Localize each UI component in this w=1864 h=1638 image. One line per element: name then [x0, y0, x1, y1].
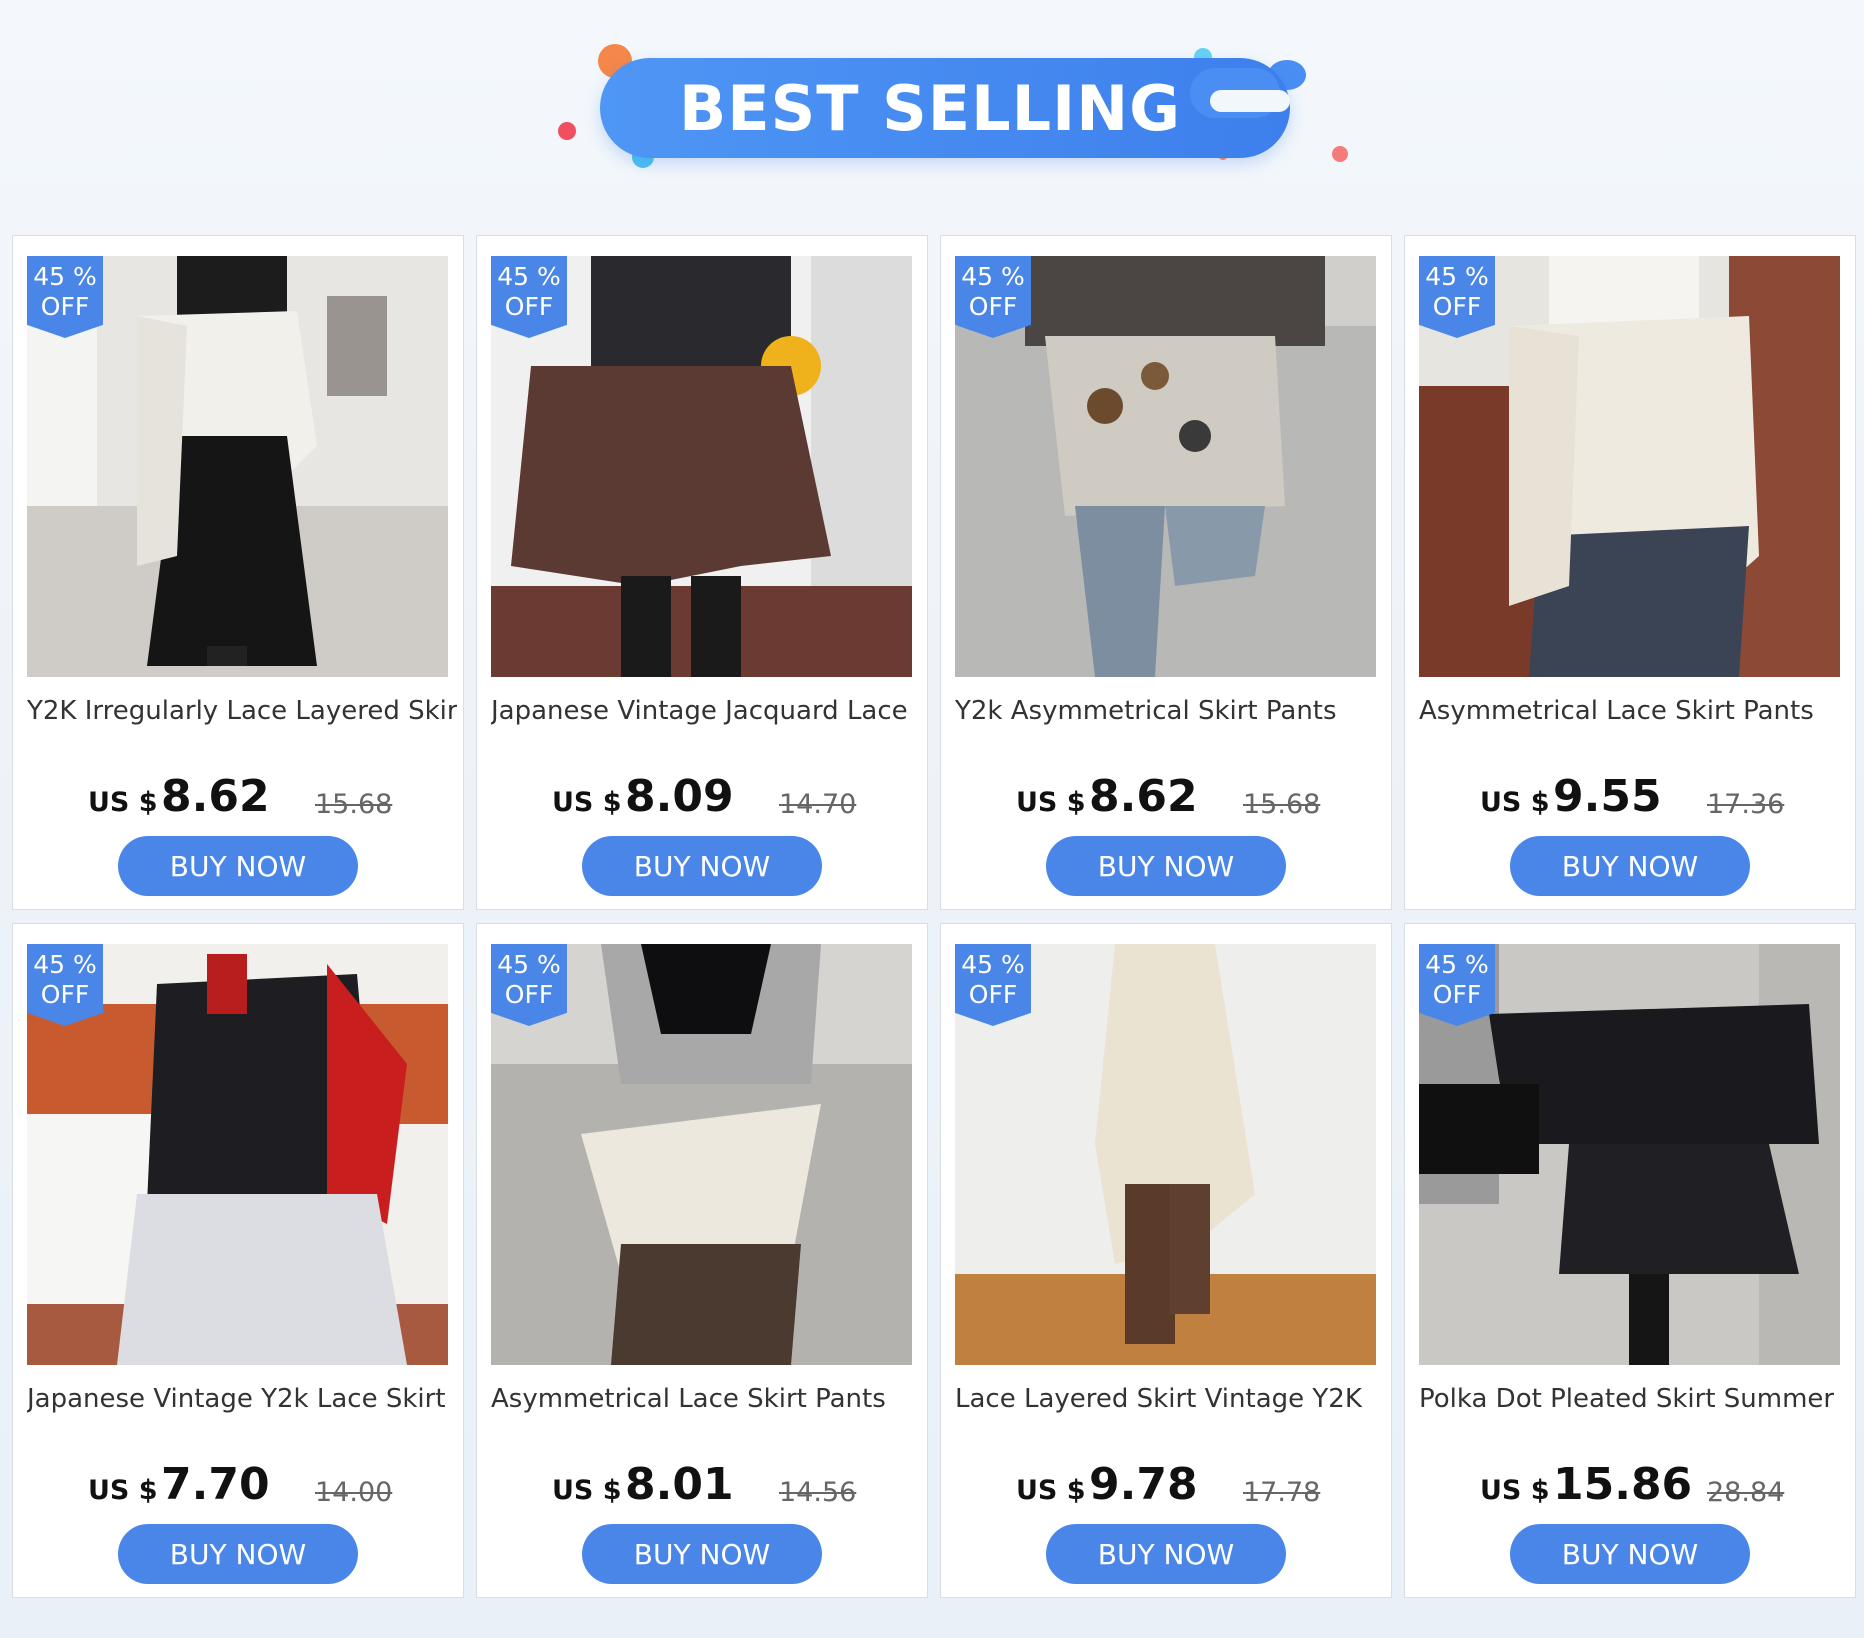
product-image[interactable]: 45 % OFF	[27, 944, 448, 1365]
product-image[interactable]: 45 % OFF	[491, 256, 912, 677]
discount-off: OFF	[1432, 980, 1482, 1009]
currency-label: US $	[1016, 1475, 1086, 1506]
discount-percent: 45 %	[1425, 262, 1489, 291]
original-price: 28.84	[1707, 1477, 1785, 1508]
original-price: 17.36	[1707, 789, 1785, 820]
discount-badge: 45 % OFF	[955, 944, 1031, 1026]
discount-off: OFF	[1432, 292, 1482, 321]
original-price: 17.78	[1243, 1477, 1321, 1508]
product-image[interactable]: 45 % OFF	[1419, 256, 1840, 677]
discount-percent: 45 %	[497, 950, 561, 979]
discount-badge: 45 % OFF	[27, 256, 103, 338]
product-card[interactable]: 45 % OFF Polka Dot Pleated Skirt Summer …	[1404, 923, 1856, 1598]
product-card[interactable]: 45 % OFF Japanese Vintage Y2k Lace Skirt…	[12, 923, 464, 1598]
product-card[interactable]: 45 % OFF Asymmetrical Lace Skirt Pants U…	[476, 923, 928, 1598]
product-card[interactable]: 45 % OFF Lace Layered Skirt Vintage Y2K …	[940, 923, 1392, 1598]
product-name[interactable]: Asymmetrical Lace Skirt Pants	[491, 1384, 921, 1414]
buy-now-button[interactable]: BUY NOW	[582, 1524, 822, 1584]
discount-percent: 45 %	[33, 950, 97, 979]
currency-label: US $	[1480, 1475, 1550, 1506]
currency-label: US $	[88, 1475, 158, 1506]
product-name[interactable]: Lace Layered Skirt Vintage Y2K	[955, 1384, 1385, 1414]
product-image[interactable]: 45 % OFF	[491, 944, 912, 1365]
price-row: US $ 15.86 28.84	[1405, 1459, 1857, 1510]
discount-off: OFF	[968, 980, 1018, 1009]
price-row: US $ 8.62 15.68	[941, 771, 1393, 822]
price-row: US $ 9.78 17.78	[941, 1459, 1393, 1510]
product-image[interactable]: 45 % OFF	[27, 256, 448, 677]
price-row: US $ 8.09 14.70	[477, 771, 929, 822]
product-name[interactable]: Y2k Asymmetrical Skirt Pants	[955, 696, 1385, 726]
product-card[interactable]: 45 % OFF Y2K Irregularly Lace Layered Sk…	[12, 235, 464, 910]
buy-now-button[interactable]: BUY NOW	[1510, 836, 1750, 896]
discount-off: OFF	[968, 292, 1018, 321]
currency-label: US $	[1480, 787, 1550, 818]
decor-bubble-pink	[1332, 146, 1348, 162]
original-price: 14.00	[315, 1477, 393, 1508]
product-name[interactable]: Y2K Irregularly Lace Layered Skirt	[27, 696, 457, 726]
header: BEST SELLING	[0, 0, 1864, 230]
price-row: US $ 7.70 14.00	[13, 1459, 465, 1510]
discount-badge: 45 % OFF	[491, 944, 567, 1026]
currency-label: US $	[88, 787, 158, 818]
sale-price: 7.70	[161, 1459, 270, 1510]
product-card[interactable]: 45 % OFF Japanese Vintage Jacquard Lace …	[476, 235, 928, 910]
discount-percent: 45 %	[497, 262, 561, 291]
product-image[interactable]: 45 % OFF	[955, 256, 1376, 677]
product-name[interactable]: Asymmetrical Lace Skirt Pants	[1419, 696, 1849, 726]
buy-now-button[interactable]: BUY NOW	[118, 1524, 358, 1584]
decor-wave-cut	[1210, 90, 1290, 112]
decor-bubble-red	[558, 122, 576, 140]
best-selling-banner: BEST SELLING	[600, 58, 1290, 158]
sale-price: 8.01	[625, 1459, 734, 1510]
original-price: 14.56	[779, 1477, 857, 1508]
product-name[interactable]: Japanese Vintage Jacquard Lace	[491, 696, 921, 726]
discount-percent: 45 %	[961, 950, 1025, 979]
discount-badge: 45 % OFF	[955, 256, 1031, 338]
product-image[interactable]: 45 % OFF	[955, 944, 1376, 1365]
discount-percent: 45 %	[33, 262, 97, 291]
buy-now-button[interactable]: BUY NOW	[1046, 836, 1286, 896]
discount-off: OFF	[40, 980, 90, 1009]
buy-now-button[interactable]: BUY NOW	[1510, 1524, 1750, 1584]
original-price: 14.70	[779, 789, 857, 820]
product-name[interactable]: Japanese Vintage Y2k Lace Skirt	[27, 1384, 457, 1414]
discount-badge: 45 % OFF	[491, 256, 567, 338]
sale-price: 8.09	[625, 771, 734, 822]
price-row: US $ 9.55 17.36	[1405, 771, 1857, 822]
product-grid: 45 % OFF Y2K Irregularly Lace Layered Sk…	[12, 235, 1856, 1598]
buy-now-button[interactable]: BUY NOW	[582, 836, 822, 896]
original-price: 15.68	[1243, 789, 1321, 820]
discount-badge: 45 % OFF	[1419, 256, 1495, 338]
discount-percent: 45 %	[1425, 950, 1489, 979]
product-image[interactable]: 45 % OFF	[1419, 944, 1840, 1365]
discount-off: OFF	[504, 980, 554, 1009]
sale-price: 8.62	[161, 771, 270, 822]
sale-price: 9.78	[1089, 1459, 1198, 1510]
discount-percent: 45 %	[961, 262, 1025, 291]
buy-now-button[interactable]: BUY NOW	[1046, 1524, 1286, 1584]
buy-now-button[interactable]: BUY NOW	[118, 836, 358, 896]
discount-off: OFF	[40, 292, 90, 321]
discount-off: OFF	[504, 292, 554, 321]
product-name[interactable]: Polka Dot Pleated Skirt Summer	[1419, 1384, 1849, 1414]
discount-badge: 45 % OFF	[27, 944, 103, 1026]
discount-badge: 45 % OFF	[1419, 944, 1495, 1026]
original-price: 15.68	[315, 789, 393, 820]
banner-title: BEST SELLING	[678, 71, 1181, 145]
sale-price: 8.62	[1089, 771, 1198, 822]
product-card[interactable]: 45 % OFF Y2k Asymmetrical Skirt Pants US…	[940, 235, 1392, 910]
sale-price: 15.86	[1553, 1459, 1693, 1510]
price-row: US $ 8.01 14.56	[477, 1459, 929, 1510]
price-row: US $ 8.62 15.68	[13, 771, 465, 822]
sale-price: 9.55	[1553, 771, 1662, 822]
currency-label: US $	[552, 787, 622, 818]
currency-label: US $	[1016, 787, 1086, 818]
product-card[interactable]: 45 % OFF Asymmetrical Lace Skirt Pants U…	[1404, 235, 1856, 910]
currency-label: US $	[552, 1475, 622, 1506]
